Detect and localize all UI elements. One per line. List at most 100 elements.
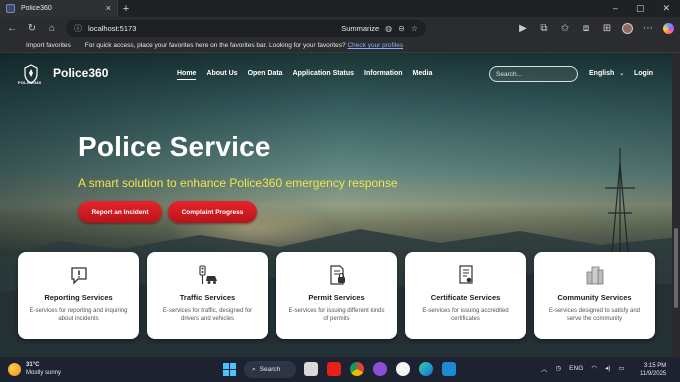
browser-tab[interactable]: Police360 ×	[0, 0, 118, 17]
windows-start-icon[interactable]	[223, 363, 236, 376]
home-icon[interactable]: ⌂	[46, 23, 58, 34]
report-incident-button[interactable]: Report an Incident	[78, 201, 162, 223]
site-favicon-icon	[6, 4, 15, 13]
github-icon[interactable]	[396, 362, 410, 376]
youtube-icon[interactable]	[327, 362, 341, 376]
edge-icon[interactable]	[419, 362, 433, 376]
site-brand[interactable]: Police360	[53, 66, 108, 80]
service-description: E-services designed to satisfy and serve…	[548, 308, 641, 322]
services-cards: Reporting Services E-services for report…	[18, 252, 655, 339]
service-title: Certificate Services	[430, 293, 501, 302]
wifi-icon[interactable]: ◠	[591, 364, 597, 372]
back-icon[interactable]: ←	[6, 23, 18, 34]
service-card-permit[interactable]: Permit Services E-services for issuing d…	[276, 252, 397, 339]
complaint-progress-button[interactable]: Complaint Progress	[168, 201, 257, 223]
taskbar-clock[interactable]: 3:15 PM 11/9/2025	[640, 362, 666, 378]
nav-information[interactable]: Information	[364, 70, 403, 80]
site-search-input[interactable]	[489, 66, 578, 82]
chrome-icon[interactable]	[350, 362, 364, 376]
maximize-icon[interactable]: ▢	[636, 3, 645, 14]
zoom-icon[interactable]: ⊖	[398, 24, 405, 33]
system-tray: ︿ ◷ ENG ◠ ◂) ▭	[541, 363, 625, 374]
speaker-icon[interactable]: ◂)	[605, 364, 610, 372]
summarize-button[interactable]: Summarize	[341, 24, 379, 33]
traffic-icon	[199, 265, 217, 284]
profile-avatar[interactable]	[622, 22, 633, 34]
alert-icon	[71, 267, 87, 285]
language-indicator[interactable]: ENG	[569, 365, 583, 372]
certificate-icon	[459, 265, 473, 284]
nav-open-data[interactable]: Open Data	[248, 70, 283, 80]
clock-app-icon[interactable]: ◷	[556, 364, 562, 372]
browser-toolbar: ← ↻ ⌂ ⓘ localhost:5173 Summarize ◍ ⊖ ☆ ▶…	[0, 17, 680, 39]
weather-widget[interactable]: 31°C Mostly sunny	[8, 361, 61, 377]
service-card-reporting[interactable]: Reporting Services E-services for report…	[18, 252, 139, 339]
new-tab-button[interactable]: +	[118, 3, 134, 15]
chevron-up-icon[interactable]: ︿	[541, 363, 548, 373]
app-purple-icon[interactable]	[373, 362, 387, 376]
read-aloud-icon[interactable]: ◍	[385, 24, 392, 33]
check-profiles-link[interactable]: Check your profiles	[347, 42, 403, 49]
site-info-icon[interactable]: ⓘ	[74, 23, 82, 34]
sunny-weather-icon	[8, 362, 21, 376]
service-title: Traffic Services	[179, 293, 236, 302]
login-link[interactable]: Login	[634, 70, 653, 77]
favorites-icon[interactable]: ✩	[559, 23, 571, 34]
copilot-icon[interactable]	[663, 22, 674, 34]
import-favorites-button[interactable]: Import favorites	[26, 42, 71, 49]
service-title: Reporting Services	[44, 293, 113, 302]
tab-close-icon[interactable]: ×	[106, 4, 111, 13]
clock-time: 3:15 PM	[643, 363, 667, 369]
extensions-icon[interactable]: ⧈	[580, 23, 592, 34]
permit-icon	[330, 265, 345, 285]
service-description: E-services for issuing accredited certif…	[422, 308, 509, 322]
favorites-bar: Import favorites For quick access, place…	[0, 39, 680, 53]
url-text: localhost:5173	[88, 23, 137, 33]
taskbar-search[interactable]: ⌕ Search	[244, 361, 296, 378]
nav-about-us[interactable]: About Us	[206, 70, 237, 80]
service-description: E-services for issuing different kinds o…	[288, 308, 385, 322]
community-icon	[586, 266, 604, 285]
chevron-down-icon: ⌄	[619, 71, 625, 77]
task-view-icon[interactable]	[304, 362, 318, 376]
close-window-icon[interactable]: ✕	[662, 3, 670, 14]
favorites-hint-text: For quick access, place your favorites h…	[84, 42, 346, 49]
tab-title: Police360	[21, 5, 52, 12]
page-scrollbar[interactable]	[672, 53, 680, 357]
favorite-star-icon[interactable]: ☆	[411, 24, 418, 33]
refresh-icon[interactable]: ↻	[26, 23, 38, 34]
hero-subtitle: A smart solution to enhance Police360 em…	[78, 176, 398, 190]
service-card-traffic[interactable]: Traffic Services E-services for traffic,…	[147, 252, 268, 339]
service-description: E-services for reporting and inquiring a…	[29, 308, 128, 322]
service-card-community[interactable]: Community Services E-services designed t…	[534, 252, 655, 339]
search-icon: ⌕	[252, 365, 256, 373]
menu-icon[interactable]: ⋯	[642, 23, 654, 34]
media-icon[interactable]: ▶	[517, 23, 529, 34]
page-hero-background: POLICE360 Police360 Home About Us Open D…	[0, 53, 680, 357]
vscode-icon[interactable]	[442, 362, 456, 376]
split-screen-icon[interactable]: ⧉	[538, 23, 550, 34]
site-header: POLICE360 Police360 Home About Us Open D…	[0, 53, 672, 95]
taskbar-search-label: Search	[259, 366, 281, 373]
windows-taskbar: 31°C Mostly sunny ⌕ Search ︿ ◷ ENG ◠ ◂) …	[0, 357, 680, 382]
address-bar[interactable]: ⓘ localhost:5173 Summarize ◍ ⊖ ☆	[66, 19, 426, 37]
browser-tab-bar: Police360 × + – ▢ ✕	[0, 0, 680, 17]
nav-media[interactable]: Media	[413, 70, 433, 80]
nav-home[interactable]: Home	[177, 70, 197, 80]
scrollbar-thumb[interactable]	[674, 228, 678, 308]
toolbar-extensions: ▶ ⧉ ✩ ⧈ ⊞ ⋯	[517, 22, 674, 34]
service-description: E-services for traffic, designed for dri…	[162, 308, 253, 322]
hero-title: Police Service	[78, 131, 271, 162]
nav-application-status[interactable]: Application Status	[293, 70, 354, 80]
window-controls: – ▢ ✕	[613, 3, 680, 14]
battery-icon[interactable]: ▭	[618, 364, 624, 372]
language-selector[interactable]: English ⌄	[589, 70, 624, 77]
taskbar-apps	[304, 362, 456, 376]
weather-temperature: 31°C	[26, 362, 40, 368]
weather-condition: Mostly sunny	[26, 370, 62, 376]
collections-icon[interactable]: ⊞	[601, 23, 613, 34]
language-label: English	[589, 70, 615, 77]
service-card-certificate[interactable]: Certificate Services E-services for issu…	[405, 252, 526, 339]
service-title: Community Services	[557, 293, 632, 302]
minimize-icon[interactable]: –	[613, 3, 618, 14]
